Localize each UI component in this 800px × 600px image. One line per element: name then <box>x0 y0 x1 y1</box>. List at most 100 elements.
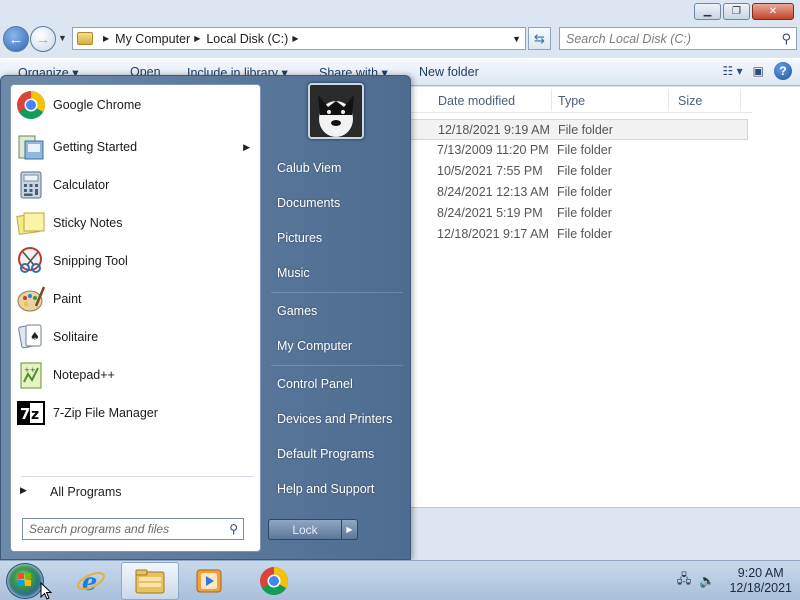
table-row[interactable]: 12/18/2021 9:19 AM File folder <box>410 119 748 140</box>
music-link[interactable]: Music <box>277 266 310 280</box>
program-label: Google Chrome <box>53 98 142 112</box>
table-row[interactable]: 7/13/2009 11:20 PM File folder <box>410 140 748 161</box>
refresh-icon: ⇆ <box>534 30 545 46</box>
program-label: Solitaire <box>53 330 99 344</box>
program-calculator[interactable]: Calculator <box>13 167 258 203</box>
media-player-icon <box>196 569 222 593</box>
system-tray: 🖧 🔈 9:20 AM 12/18/2021 <box>677 566 792 596</box>
file-date: 7/13/2009 11:20 PM <box>437 143 549 157</box>
file-type: File folder <box>557 164 612 178</box>
programs-pane: Google Chrome Getting Started ▶ Calculat… <box>10 84 261 478</box>
table-row[interactable]: 12/18/2021 9:17 AM File folder <box>410 224 748 245</box>
start-button[interactable] <box>6 563 44 599</box>
program-7zip[interactable]: 7 z 7-Zip File Manager <box>13 395 258 431</box>
table-row[interactable]: 8/24/2021 12:13 AM File folder <box>410 182 748 203</box>
column-headers: Date modified Type Size <box>410 87 752 113</box>
program-getting-started[interactable]: Getting Started ▶ <box>13 129 258 165</box>
search-placeholder: Search Local Disk (C:) <box>566 31 692 46</box>
network-icon[interactable]: 🖧 <box>677 570 692 592</box>
internet-explorer-icon: e <box>77 567 105 596</box>
program-snipping-tool[interactable]: Snipping Tool <box>13 243 258 279</box>
documents-link[interactable]: Documents <box>277 196 340 210</box>
column-date-modified[interactable]: Date modified <box>438 94 515 108</box>
file-type: File folder <box>558 123 613 137</box>
mouse-cursor-icon <box>40 582 53 600</box>
7zip-icon: 7 z <box>17 401 45 425</box>
chevron-right-icon[interactable]: ▶ <box>292 34 298 43</box>
pictures-link[interactable]: Pictures <box>277 231 322 245</box>
control-panel-link[interactable]: Control Panel <box>277 377 353 391</box>
clock[interactable]: 9:20 AM 12/18/2021 <box>729 566 792 596</box>
chevron-right-icon: ▶ <box>346 525 353 534</box>
getting-started-icon <box>18 135 44 160</box>
taskbar-internet-explorer[interactable]: e <box>62 562 120 600</box>
help-and-support-link[interactable]: Help and Support <box>277 482 374 496</box>
default-programs-link[interactable]: Default Programs <box>277 447 374 461</box>
program-label: Getting Started <box>53 140 138 154</box>
navigation-bar: ← → ▼ ▶ My Computer ▶ Local Disk (C:) ▶ … <box>0 25 800 53</box>
help-icon[interactable]: ? <box>774 62 792 80</box>
file-date: 8/24/2021 5:19 PM <box>437 206 543 220</box>
view-options-icon[interactable]: ☷ ▾ <box>723 64 743 78</box>
preview-pane-icon[interactable]: ▣ <box>753 64 764 78</box>
file-type: File folder <box>557 206 612 220</box>
forward-button[interactable]: → <box>30 26 56 52</box>
refresh-button[interactable]: ⇆ <box>528 27 551 50</box>
search-programs-input[interactable]: Search programs and files ⚲ <box>22 518 244 540</box>
svg-text:z: z <box>31 407 39 423</box>
program-sticky-notes[interactable]: Sticky Notes <box>13 205 258 241</box>
search-icon[interactable]: ⚲ <box>781 31 791 47</box>
table-row[interactable]: 10/5/2021 7:55 PM File folder <box>410 161 748 182</box>
user-name-link[interactable]: Calub Viem <box>277 161 341 175</box>
breadcrumb-local-disk[interactable]: Local Disk (C:) <box>206 32 288 46</box>
minimize-button[interactable]: ▁ <box>694 3 721 20</box>
table-row[interactable]: 8/24/2021 5:19 PM File folder <box>410 203 748 224</box>
divider <box>271 365 403 366</box>
chevron-down-icon[interactable]: ▼ <box>512 34 521 44</box>
program-paint[interactable]: Paint <box>13 281 258 317</box>
all-programs-button[interactable]: ▶ All Programs <box>10 476 261 506</box>
breadcrumb-my-computer[interactable]: My Computer <box>115 32 190 46</box>
clock-date: 12/18/2021 <box>729 581 792 595</box>
back-button[interactable]: ← <box>3 26 29 52</box>
recent-pages-dropdown[interactable]: ▼ <box>58 33 67 43</box>
search-icon[interactable]: ⚲ <box>229 522 238 536</box>
new-folder-button[interactable]: New folder <box>419 65 479 79</box>
paint-icon <box>17 286 46 312</box>
start-search-area: Search programs and files ⚲ <box>10 506 261 552</box>
file-date: 10/5/2021 7:55 PM <box>437 164 543 178</box>
user-picture[interactable] <box>308 83 364 139</box>
triangle-right-icon: ▶ <box>20 485 27 495</box>
program-label: 7-Zip File Manager <box>53 406 158 420</box>
volume-icon[interactable]: 🔈 <box>699 573 715 589</box>
chevron-right-icon: ▶ <box>194 34 201 43</box>
address-bar[interactable]: ▶ My Computer ▶ Local Disk (C:) ▶ ▼ <box>72 27 526 50</box>
search-input[interactable]: Search Local Disk (C:) ⚲ <box>559 27 797 50</box>
explorer-icon <box>135 569 165 594</box>
devices-and-printers-link[interactable]: Devices and Printers <box>277 412 392 426</box>
column-size[interactable]: Size <box>678 94 702 108</box>
program-solitaire[interactable]: ♠ Solitaire <box>13 319 258 355</box>
solitaire-icon: ♠ <box>18 324 42 349</box>
shutdown-options-button[interactable]: ▶ <box>341 519 358 540</box>
my-computer-link[interactable]: My Computer <box>277 339 352 353</box>
sticky-notes-icon <box>16 212 45 235</box>
program-label: Sticky Notes <box>53 216 123 230</box>
chrome-icon <box>17 91 45 119</box>
maximize-button[interactable]: ❐ <box>723 3 750 20</box>
lock-button[interactable]: Lock <box>268 519 342 540</box>
close-button[interactable]: ✕ <box>752 3 794 20</box>
taskbar-google-chrome[interactable] <box>245 562 303 600</box>
computer-icon <box>77 32 93 45</box>
file-list: 12/18/2021 9:19 AM File folder 7/13/2009… <box>410 119 748 245</box>
file-type: File folder <box>557 143 612 157</box>
program-notepad-plus-plus[interactable]: ++ Notepad++ <box>13 357 258 393</box>
games-link[interactable]: Games <box>277 304 317 318</box>
program-google-chrome[interactable]: Google Chrome <box>13 87 258 123</box>
windows-logo-icon <box>18 573 31 586</box>
column-type[interactable]: Type <box>558 94 585 108</box>
taskbar-windows-explorer[interactable] <box>121 562 179 600</box>
chevron-right-icon[interactable]: ▶ <box>243 142 250 153</box>
taskbar-media-player[interactable] <box>180 562 238 600</box>
taskbar: e 🖧 🔈 9:20 AM 12/18/2021 <box>0 560 800 600</box>
